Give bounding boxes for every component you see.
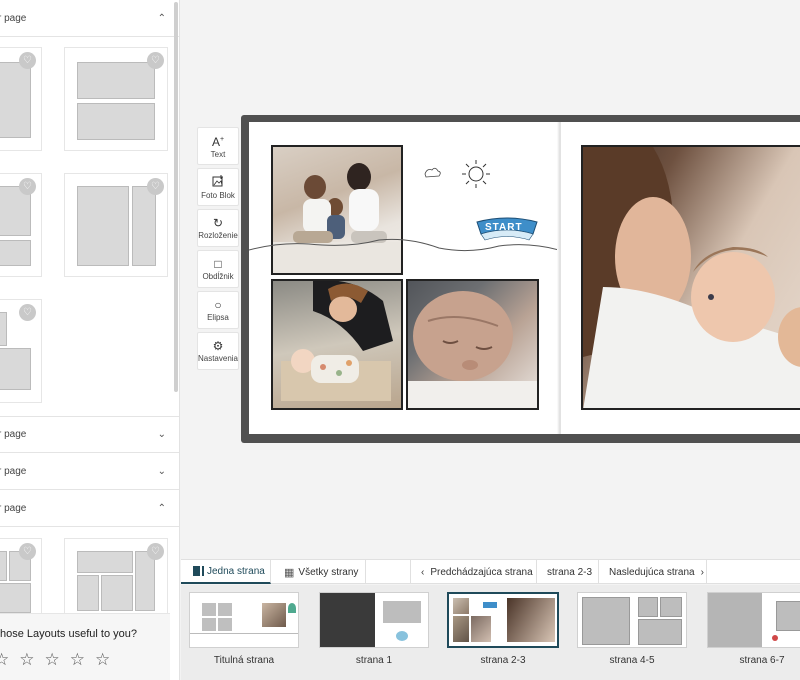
layout-option-two-horizontal[interactable]: ♡ xyxy=(64,47,168,151)
add-photo-block-button[interactable]: Foto Blok xyxy=(197,168,239,206)
rectangle-icon: □ xyxy=(214,256,222,271)
tool-label: Rozloženie xyxy=(198,230,238,240)
section-header-1[interactable]: r page ⌃ xyxy=(0,0,179,37)
star-icon[interactable]: ☆ xyxy=(19,650,34,670)
nav-label: Nasledujúca strana xyxy=(609,566,695,578)
grid-icon: ▦ xyxy=(284,566,295,579)
gear-icon: ⚙ xyxy=(212,338,224,353)
tab-single-page[interactable]: Jedna strana xyxy=(181,560,271,584)
survey-question: hose Layouts useful to you? xyxy=(0,628,137,640)
tool-label: Obdĺžnik xyxy=(202,271,234,281)
settings-button[interactable]: ⚙ Nastavenia xyxy=(197,332,239,370)
tool-label: Text xyxy=(210,149,226,159)
layout-button[interactable]: ↻ Rozloženie xyxy=(197,209,239,247)
section-title: r page xyxy=(0,429,27,440)
next-page-button[interactable]: Nasledujúca strana › xyxy=(599,560,707,584)
layouts-panel: r page ⌃ ♡ ♡ ♡ ♡ ♡ r page ⌄ r page ⌄ r p… xyxy=(0,0,180,680)
survey-box: hose Layouts useful to you? ☆ ☆ ☆ ☆ ☆ xyxy=(0,613,170,680)
tool-label: Foto Blok xyxy=(201,190,235,200)
thumbnail-page-6-7[interactable] xyxy=(707,592,800,648)
section-header-4[interactable]: r page ⌃ xyxy=(0,490,179,527)
thumbnail-label: strana 1 xyxy=(355,655,393,666)
thumbnail-title-page[interactable] xyxy=(189,592,299,648)
layout-option-offset[interactable]: ♡ xyxy=(0,299,42,403)
previous-page-button[interactable]: ‹ Predchádzajúca strana xyxy=(410,560,537,584)
thumbnail-label: Titulná strana xyxy=(213,655,275,666)
star-icon[interactable]: ☆ xyxy=(95,650,110,670)
heart-icon[interactable]: ♡ xyxy=(147,543,164,560)
thumbnail-label: strana 2-3 xyxy=(480,655,526,666)
tool-label: Elipsa xyxy=(207,312,229,322)
tab-label: Všetky strany xyxy=(298,566,359,578)
thumbnail-label: strana 4-5 xyxy=(609,655,655,666)
photo-mother-holding-baby[interactable] xyxy=(581,145,800,410)
thumbnail-label: strana 6-7 xyxy=(739,655,785,666)
layout-option-single[interactable]: ♡ xyxy=(0,47,42,151)
layout-option-grid-small[interactable]: ♡ xyxy=(0,538,42,618)
tab-all-pages[interactable]: ▦ Všetky strany xyxy=(271,560,366,584)
heart-icon[interactable]: ♡ xyxy=(147,178,164,195)
layout-option-stack[interactable]: ♡ xyxy=(0,173,42,277)
thumbnail-page-2-3[interactable] xyxy=(447,592,559,648)
circle-icon: ○ xyxy=(214,297,222,312)
layout-option-grid-large[interactable]: ♡ xyxy=(64,538,168,618)
tool-label: Nastavenia xyxy=(197,353,239,363)
start-sticker-text: START xyxy=(485,222,523,233)
section-title: r page xyxy=(0,502,27,514)
current-page-indicator: strana 2-3 xyxy=(537,560,599,584)
nav-label: Predchádzajúca strana xyxy=(430,566,533,578)
heart-icon[interactable]: ♡ xyxy=(19,178,36,195)
chevron-left-icon: ‹ xyxy=(421,566,425,578)
heart-icon[interactable]: ♡ xyxy=(19,304,36,321)
heart-icon[interactable]: ♡ xyxy=(19,52,36,69)
thumbnail-page-4-5[interactable] xyxy=(577,592,687,648)
add-ellipse-button[interactable]: ○ Elipsa xyxy=(197,291,239,329)
heart-icon[interactable]: ♡ xyxy=(147,52,164,69)
chevron-down-icon: ⌄ xyxy=(157,465,166,477)
book-icon xyxy=(193,566,202,576)
thumbnail-page-1[interactable] xyxy=(319,592,429,648)
section-header-2[interactable]: r page ⌄ xyxy=(0,416,179,453)
star-icon[interactable]: ☆ xyxy=(45,650,60,670)
heart-icon[interactable]: ♡ xyxy=(19,543,36,560)
tab-label: Jedna strana xyxy=(207,565,265,577)
chevron-right-icon: › xyxy=(700,566,704,578)
star-icon[interactable]: ☆ xyxy=(0,650,9,670)
section-title: r page xyxy=(0,465,27,477)
text-icon: A+ xyxy=(211,134,225,149)
left-page[interactable]: START xyxy=(249,122,559,434)
layout-option-two-vertical[interactable]: ♡ xyxy=(64,173,168,277)
section-header-3[interactable]: r page ⌄ xyxy=(0,453,179,490)
section-title: r page xyxy=(0,12,27,24)
doodle-decoration xyxy=(249,160,559,252)
chevron-up-icon: ⌃ xyxy=(157,502,166,514)
right-page[interactable] xyxy=(561,122,800,434)
image-plus-icon xyxy=(212,174,224,189)
refresh-icon: ↻ xyxy=(212,215,224,230)
photobook-spread: START xyxy=(241,115,800,443)
star-icon[interactable]: ☆ xyxy=(70,650,85,670)
page-thumbnail-strip: Titulná strana strana 1 strana 2-3 stran… xyxy=(181,585,800,680)
nav-label: strana 2-3 xyxy=(547,566,593,578)
panel-scrollbar[interactable] xyxy=(174,2,178,392)
rating-stars: ☆ ☆ ☆ ☆ ☆ xyxy=(0,650,110,670)
chevron-down-icon: ⌄ xyxy=(157,429,166,440)
chevron-up-icon: ⌃ xyxy=(157,12,166,24)
add-text-button[interactable]: A+ Text xyxy=(197,127,239,165)
page-navigation-bar: Jedna strana ▦ Všetky strany ‹ Predchádz… xyxy=(181,559,800,584)
add-rectangle-button[interactable]: □ Obdĺžnik xyxy=(197,250,239,288)
